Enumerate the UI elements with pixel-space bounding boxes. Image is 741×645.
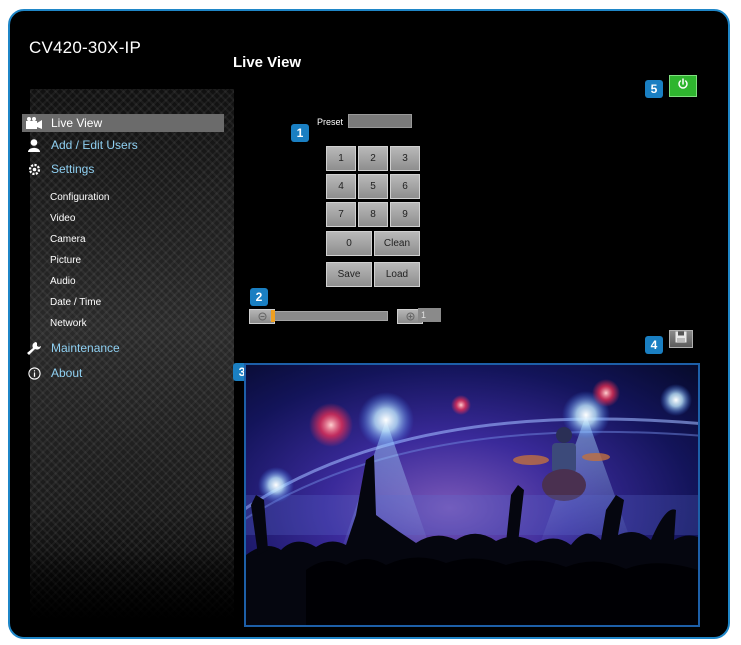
- preset-key-7[interactable]: 7: [326, 202, 356, 227]
- settings-sub-picture[interactable]: Picture: [50, 255, 81, 266]
- zoom-out-icon: [258, 308, 267, 326]
- preset-load-button[interactable]: Load: [374, 262, 420, 287]
- preset-clean-button[interactable]: Clean: [374, 231, 420, 256]
- preset-key-6[interactable]: 6: [390, 174, 420, 199]
- callout-badge-2: 2: [250, 288, 268, 306]
- callout-badge-1: 1: [291, 124, 309, 142]
- power-button[interactable]: [669, 75, 697, 97]
- preset-label: Preset: [317, 117, 344, 127]
- settings-sub-video[interactable]: Video: [50, 213, 75, 224]
- preset-key-4[interactable]: 4: [326, 174, 356, 199]
- sidebar-item-live-view[interactable]: Live View: [22, 114, 224, 132]
- preset-input[interactable]: [348, 114, 412, 128]
- zoom-in-icon: [406, 308, 415, 326]
- wrench-icon: [25, 341, 43, 355]
- power-icon: [677, 77, 689, 95]
- settings-sub-date-time[interactable]: Date / Time: [50, 297, 101, 308]
- sidebar-item-label: Settings: [51, 162, 95, 176]
- callout-badge-4: 4: [645, 336, 663, 354]
- callout-badge-5: 5: [645, 80, 663, 98]
- save-icon: [675, 330, 687, 348]
- live-video-feed[interactable]: [244, 363, 700, 627]
- concert-scene-image: [246, 379, 698, 625]
- settings-sub-network[interactable]: Network: [50, 318, 87, 329]
- user-icon: [25, 138, 43, 152]
- settings-sub-configuration[interactable]: Configuration: [50, 192, 109, 203]
- sidebar-item-label: Maintenance: [51, 341, 120, 355]
- preset-key-0[interactable]: 0: [326, 231, 372, 256]
- sidebar-item-label: Live View: [51, 116, 103, 130]
- preset-save-button[interactable]: Save: [326, 262, 372, 287]
- info-icon: [25, 366, 43, 380]
- preset-key-8[interactable]: 8: [358, 202, 388, 227]
- page-title: Live View: [233, 54, 302, 71]
- settings-sub-camera[interactable]: Camera: [50, 234, 86, 245]
- sidebar-item-label: Add / Edit Users: [51, 138, 138, 152]
- zoom-slider-thumb[interactable]: [271, 310, 275, 322]
- sidebar-item-add-edit-users[interactable]: Add / Edit Users: [22, 136, 224, 154]
- device-title: CV420-30X-IP: [29, 38, 142, 57]
- preset-key-5[interactable]: 5: [358, 174, 388, 199]
- preset-key-1[interactable]: 1: [326, 146, 356, 171]
- preset-key-9[interactable]: 9: [390, 202, 420, 227]
- preset-key-3[interactable]: 3: [390, 146, 420, 171]
- sidebar-item-settings[interactable]: Settings: [22, 160, 224, 178]
- camera-icon: [25, 116, 43, 130]
- gear-icon: [25, 162, 43, 176]
- settings-sub-audio[interactable]: Audio: [50, 276, 76, 287]
- zoom-value: 1: [418, 308, 441, 322]
- sidebar-item-maintenance[interactable]: Maintenance: [22, 339, 224, 357]
- zoom-slider[interactable]: [270, 310, 388, 322]
- sidebar-item-label: About: [51, 366, 83, 380]
- preset-key-2[interactable]: 2: [358, 146, 388, 171]
- sidebar-item-about[interactable]: About: [22, 364, 224, 382]
- snapshot-button[interactable]: [669, 330, 693, 348]
